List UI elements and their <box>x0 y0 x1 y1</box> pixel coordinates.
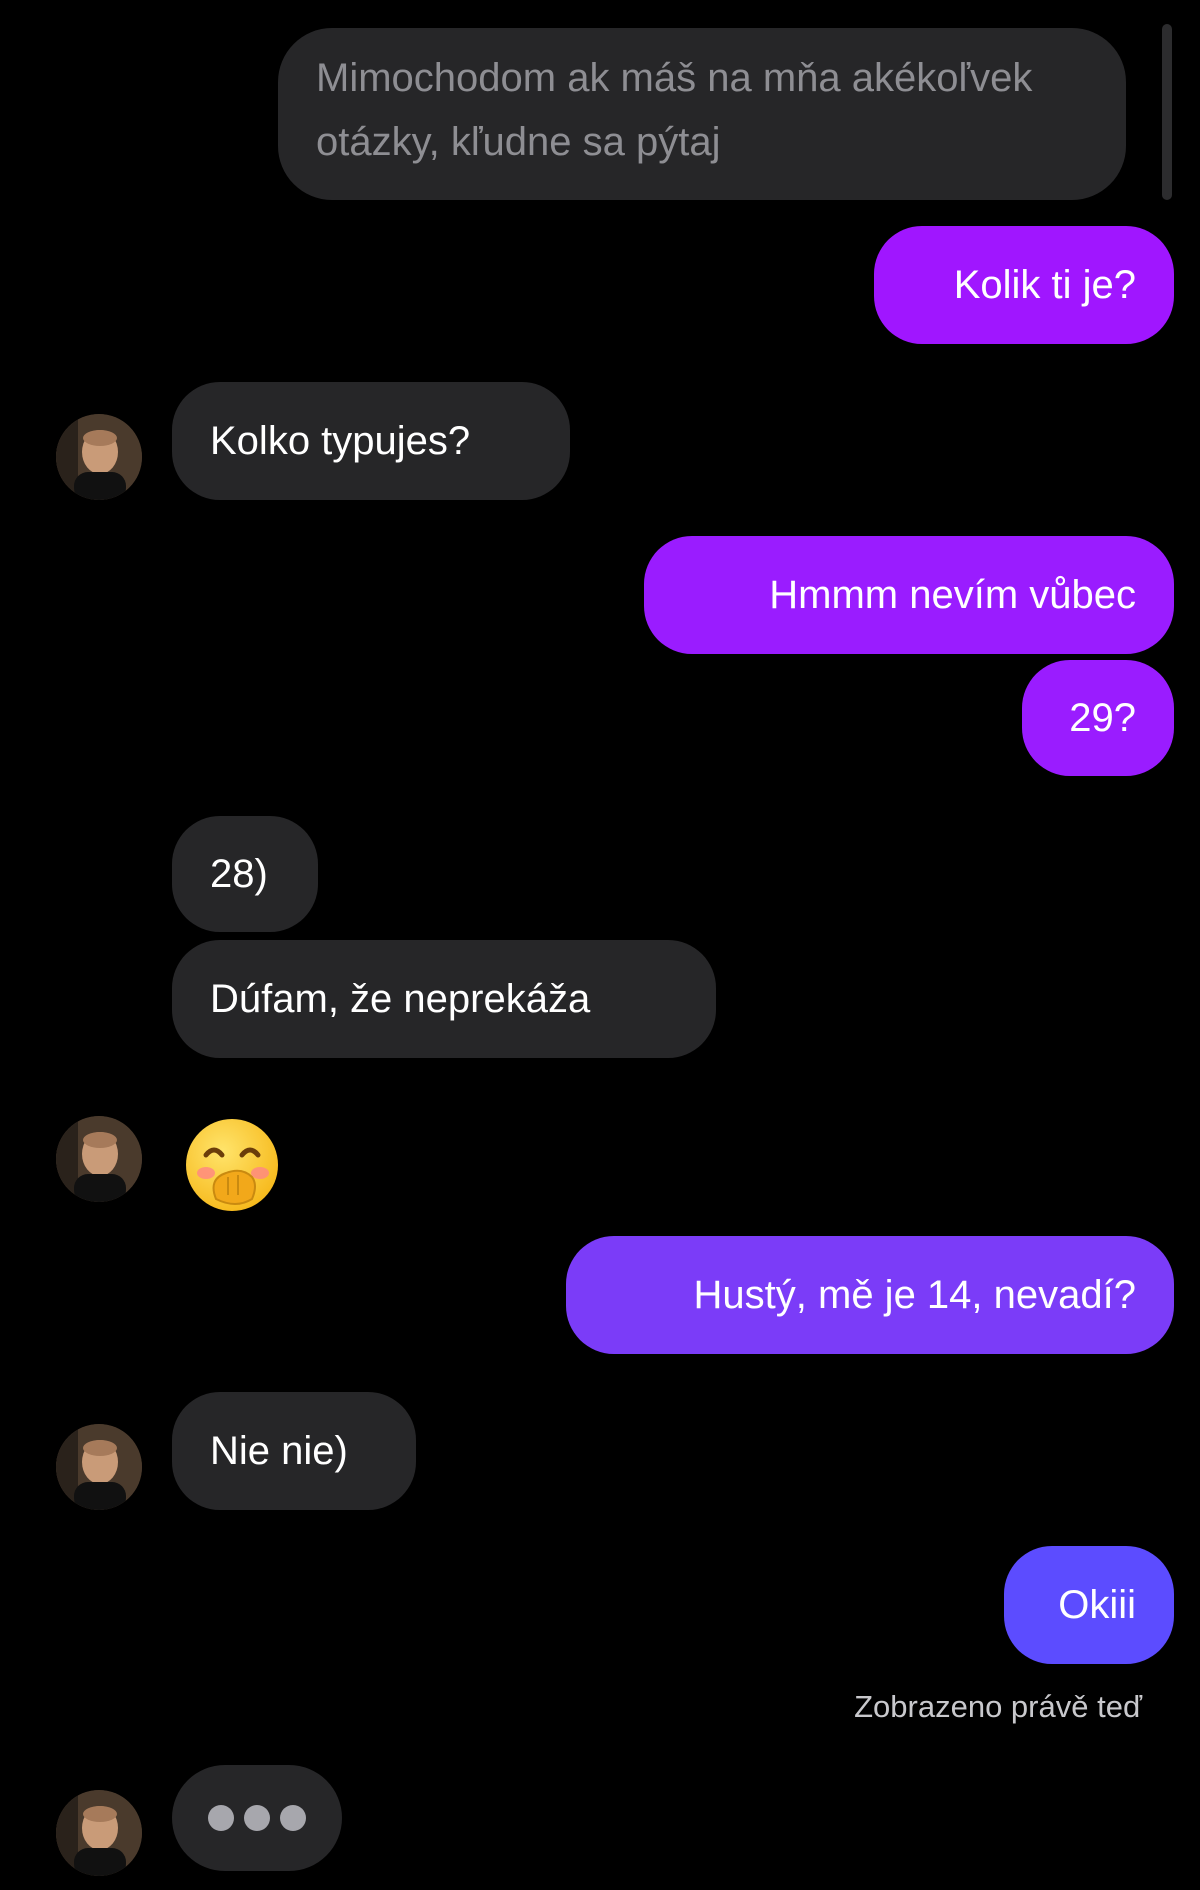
outgoing-message-bubble[interactable]: Okiii <box>1004 1546 1174 1664</box>
typing-dot <box>208 1805 234 1831</box>
typing-dot <box>244 1805 270 1831</box>
outgoing-message-bubble[interactable]: Hustý, mě je 14, nevadí? <box>566 1236 1174 1354</box>
avatar[interactable] <box>56 1116 142 1202</box>
avatar[interactable] <box>56 414 142 500</box>
incoming-message-bubble[interactable]: Nie nie) <box>172 1392 416 1510</box>
avatar[interactable] <box>56 1424 142 1510</box>
message-text: Dúfam, že neprekáža <box>210 977 591 1021</box>
scrollbar[interactable] <box>1162 24 1172 200</box>
avatar-image <box>56 1790 142 1876</box>
message-text: Hmmm nevím vůbec <box>769 573 1136 617</box>
outgoing-message-bubble[interactable]: Kolik ti je? <box>874 226 1174 344</box>
message-text: Nie nie) <box>210 1429 348 1473</box>
avatar-image <box>56 414 142 500</box>
message-text: Okiii <box>1058 1583 1136 1627</box>
message-text: Hustý, mě je 14, nevadí? <box>693 1273 1136 1317</box>
seen-status: Zobrazeno právě teď <box>854 1689 1142 1724</box>
face-with-hand-over-mouth-icon[interactable] <box>182 1115 282 1215</box>
incoming-message-bubble[interactable]: 28) <box>172 816 318 932</box>
message-text: 29? <box>1069 696 1136 740</box>
outgoing-message-bubble[interactable]: Hmmm nevím vůbec <box>644 536 1174 654</box>
incoming-message-bubble[interactable]: Dúfam, že neprekáža <box>172 940 716 1058</box>
message-text: 28) <box>210 852 268 896</box>
message-text: Kolko typujes? <box>210 419 471 463</box>
incoming-message-bubble[interactable]: Mimochodom ak máš na mňa akékoľvek otázk… <box>278 28 1126 200</box>
outgoing-message-bubble[interactable]: 29? <box>1022 660 1174 776</box>
incoming-message-bubble[interactable]: Kolko typujes? <box>172 382 570 500</box>
message-text: Kolik ti je? <box>953 263 1136 307</box>
message-text: Mimochodom ak máš na mňa akékoľvek otázk… <box>316 56 1033 164</box>
avatar[interactable] <box>56 1790 142 1876</box>
typing-indicator <box>172 1765 342 1871</box>
typing-dot <box>280 1805 306 1831</box>
avatar-image <box>56 1116 142 1202</box>
avatar-image <box>56 1424 142 1510</box>
